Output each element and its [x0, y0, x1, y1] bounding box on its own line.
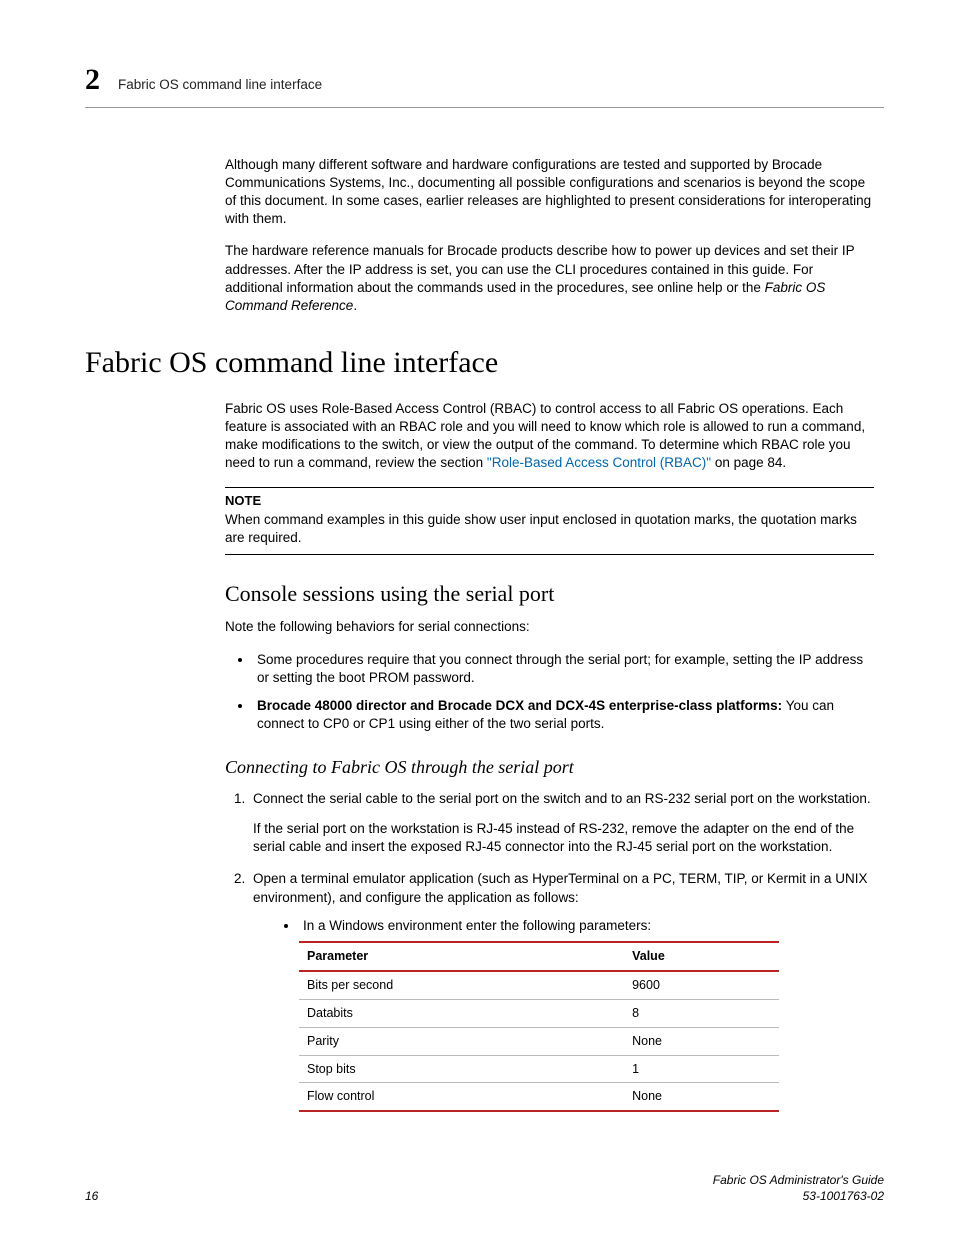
console-bullets: Some procedures require that you connect…	[225, 651, 874, 734]
table-header-row: Parameter Value	[299, 942, 779, 971]
chapter-number: 2	[85, 60, 100, 101]
table-row: ParityNone	[299, 1027, 779, 1055]
section-title: Fabric OS command line interface	[85, 343, 884, 384]
cell-param: Databits	[299, 999, 624, 1027]
table-row: Flow controlNone	[299, 1083, 779, 1111]
intro-p2-tail: .	[353, 298, 357, 313]
cell-value: 9600	[624, 971, 779, 999]
footer-doc: Fabric OS Administrator's Guide 53-10017…	[713, 1172, 884, 1204]
running-title: Fabric OS command line interface	[118, 76, 322, 94]
list-item: Brocade 48000 director and Brocade DCX a…	[253, 697, 874, 733]
step-2-sub: In a Windows environment enter the follo…	[299, 917, 874, 935]
intro-block: Although many different software and har…	[225, 156, 874, 316]
cell-param: Stop bits	[299, 1055, 624, 1083]
connect-title: Connecting to Fabric OS through the seri…	[225, 755, 874, 779]
page-number: 16	[85, 1188, 98, 1204]
list-item: Some procedures require that you connect…	[253, 651, 874, 687]
step-1b: If the serial port on the workstation is…	[253, 820, 874, 856]
console-intro: Note the following behaviors for serial …	[225, 618, 874, 636]
step-2: Open a terminal emulator application (su…	[249, 870, 874, 1112]
connect-steps: Connect the serial cable to the serial p…	[225, 790, 874, 1113]
intro-p2-lead: The hardware reference manuals for Broca…	[225, 243, 854, 294]
intro-paragraph-2: The hardware reference manuals for Broca…	[225, 242, 874, 315]
step-1: Connect the serial cable to the serial p…	[249, 790, 874, 857]
th-value: Value	[624, 942, 779, 971]
table-row: Databits8	[299, 999, 779, 1027]
bullet-text: Some procedures require that you connect…	[257, 652, 863, 685]
table-row: Bits per second9600	[299, 971, 779, 999]
note-label: NOTE	[225, 492, 874, 510]
note-body: When command examples in this guide show…	[225, 511, 874, 547]
note-block: NOTE When command examples in this guide…	[225, 487, 874, 555]
rbac-link[interactable]: "Role-Based Access Control (RBAC)"	[487, 455, 711, 470]
table-row: Stop bits1	[299, 1055, 779, 1083]
rbac-paragraph: Fabric OS uses Role-Based Access Control…	[225, 400, 874, 473]
page-header: 2 Fabric OS command line interface	[85, 60, 884, 108]
footer-doc-num: 53-1001763-02	[713, 1188, 884, 1204]
cell-value: 1	[624, 1055, 779, 1083]
section-body: Fabric OS uses Role-Based Access Control…	[225, 400, 874, 1113]
cell-value: 8	[624, 999, 779, 1027]
cell-param: Flow control	[299, 1083, 624, 1111]
footer-doc-title: Fabric OS Administrator's Guide	[713, 1172, 884, 1188]
cell-param: Parity	[299, 1027, 624, 1055]
th-parameter: Parameter	[299, 942, 624, 971]
serial-params-table: Parameter Value Bits per second9600 Data…	[299, 941, 779, 1112]
cell-value: None	[624, 1083, 779, 1111]
step-2-sublist: In a Windows environment enter the follo…	[253, 917, 874, 935]
bullet-bold: Brocade 48000 director and Brocade DCX a…	[257, 698, 782, 713]
rbac-tail: on page 84.	[711, 455, 786, 470]
console-title: Console sessions using the serial port	[225, 579, 874, 609]
intro-paragraph-1: Although many different software and har…	[225, 156, 874, 229]
step-2-text: Open a terminal emulator application (su…	[253, 871, 868, 904]
step-1a: Connect the serial cable to the serial p…	[253, 791, 871, 806]
cell-value: None	[624, 1027, 779, 1055]
page-footer: 16 Fabric OS Administrator's Guide 53-10…	[85, 1172, 884, 1204]
cell-param: Bits per second	[299, 971, 624, 999]
